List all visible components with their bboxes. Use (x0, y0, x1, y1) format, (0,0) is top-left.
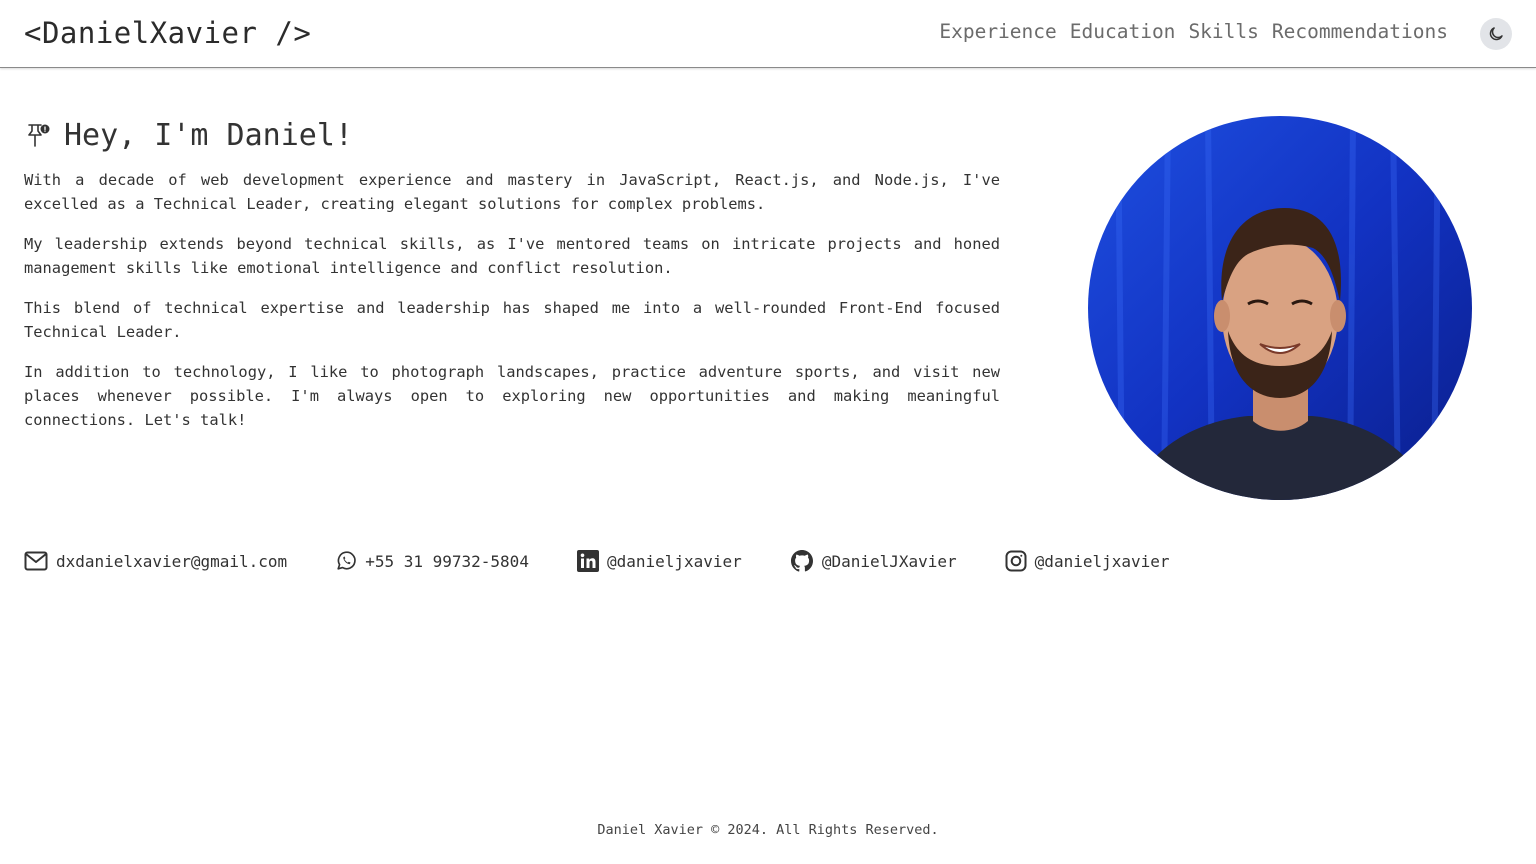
hero-heading: Hey, I'm Daniel! (24, 114, 1000, 156)
site-footer: Daniel Xavier © 2024. All Rights Reserve… (0, 822, 1536, 838)
theme-toggle-button[interactable] (1480, 18, 1512, 50)
contact-instagram-label: @danieljxavier (1034, 551, 1170, 571)
contact-email-label: dxdanielxavier@gmail.com (56, 551, 288, 571)
avatar-portrait (1088, 116, 1472, 500)
about-text: With a decade of web development experie… (24, 168, 1000, 432)
contact-linkedin[interactable]: @danieljxavier (576, 550, 742, 572)
nav-experience[interactable]: Experience (939, 20, 1056, 43)
about-section: Hey, I'm Daniel! With a decade of web de… (24, 114, 1000, 432)
contact-whatsapp[interactable]: +55 31 99732-5804 (335, 550, 529, 572)
contact-github-label: @DanielJXavier (821, 551, 957, 571)
about-paragraph: In addition to technology, I like to pho… (24, 363, 1000, 429)
contact-linkedin-label: @danieljxavier (606, 551, 742, 571)
contact-whatsapp-label: +55 31 99732-5804 (365, 551, 529, 571)
github-icon (790, 550, 813, 572)
about-paragraph: This blend of technical expertise and le… (24, 299, 1000, 341)
mail-icon (24, 551, 48, 571)
nav-recommendations[interactable]: Recommendations (1272, 20, 1448, 43)
contact-github[interactable]: @DanielJXavier (790, 549, 957, 573)
contact-email[interactable]: dxdanielxavier@gmail.com (24, 551, 287, 571)
site-logo[interactable]: <DanielXavier /> (24, 16, 311, 50)
page-title: Hey, I'm Daniel! (64, 117, 353, 153)
profile-photo (1088, 116, 1472, 500)
whatsapp-icon (337, 551, 356, 570)
site-header: <DanielXavier /> Experience Education Sk… (0, 0, 1536, 68)
instagram-icon (1005, 550, 1027, 572)
moon-icon (1489, 27, 1503, 41)
nav-skills[interactable]: Skills (1188, 20, 1258, 43)
copyright-text: Daniel Xavier © 2024. All Rights Reserve… (597, 822, 939, 838)
linkedin-icon (576, 550, 599, 572)
about-paragraph: With a decade of web development experie… (24, 171, 1000, 213)
contact-list: dxdanielxavier@gmail.com +55 31 99732-58… (24, 548, 1170, 574)
main-nav: Experience Education Skills Recommendati… (939, 20, 1448, 43)
about-paragraph: My leadership extends beyond technical s… (24, 235, 1000, 277)
pin-icon (28, 124, 50, 147)
nav-education[interactable]: Education (1070, 20, 1176, 43)
contact-instagram[interactable]: @danieljxavier (1005, 550, 1170, 572)
